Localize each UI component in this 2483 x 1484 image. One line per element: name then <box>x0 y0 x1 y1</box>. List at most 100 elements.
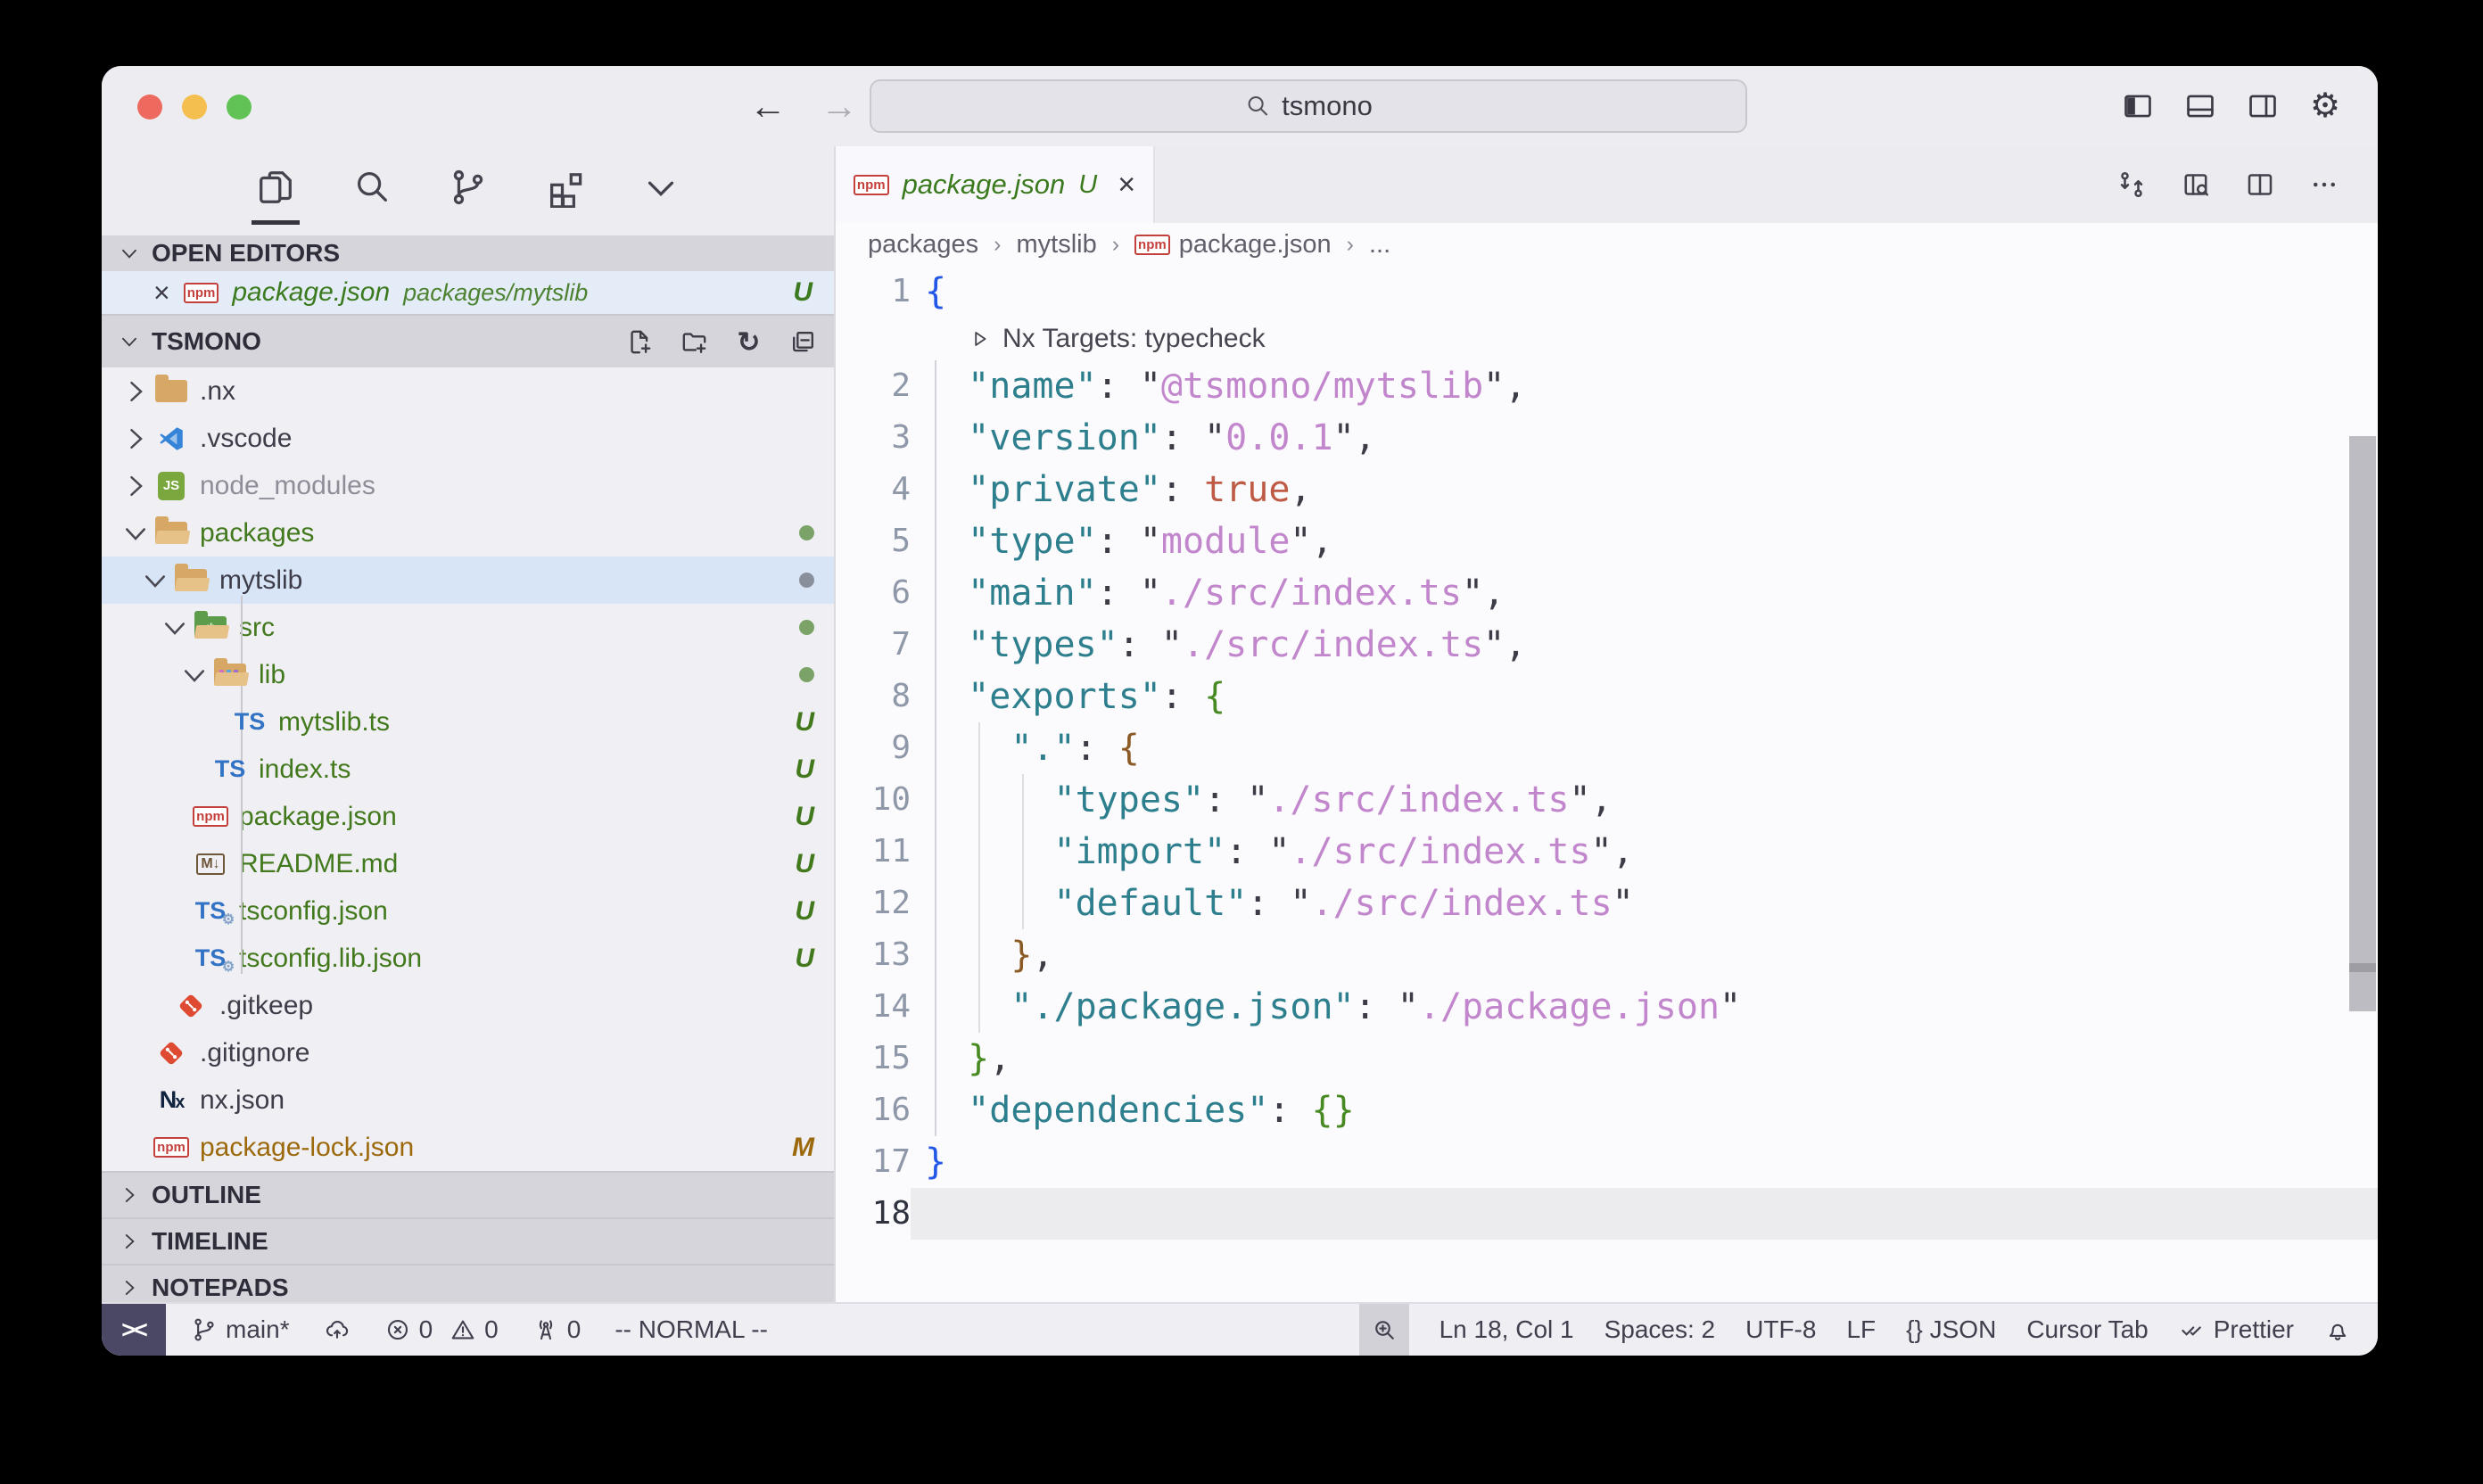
tree-item-index-ts[interactable]: TSindex.tsU <box>102 746 834 793</box>
code-line-15: 15 }, <box>836 1033 2378 1084</box>
more-actions-button[interactable] <box>2308 169 2340 201</box>
line-number: 8 <box>836 671 911 722</box>
status-problems[interactable]: 00 <box>384 1315 499 1344</box>
git-status-dot <box>799 667 814 682</box>
sidebar-section-outline[interactable]: OUTLINE <box>102 1171 834 1217</box>
breadcrumb-item-mytslib[interactable]: mytslib <box>1016 230 1096 260</box>
open-editors-header[interactable]: OPEN EDITORS <box>102 235 834 271</box>
activity-more-views[interactable] <box>637 158 685 225</box>
activity-source-control[interactable] <box>444 158 492 225</box>
status-eol[interactable]: LF <box>1846 1315 1876 1344</box>
notepads-title: NOTEPADS <box>152 1274 289 1302</box>
editor-actions <box>2116 146 2378 223</box>
tree-item-node-modules[interactable]: JSnode_modules <box>102 462 834 509</box>
chevron-down-icon <box>178 659 210 691</box>
tree-item-readme-md[interactable]: M↓README.mdU <box>102 840 834 887</box>
activity-search[interactable] <box>348 158 396 225</box>
line-content: "./package.json": "./package.json" <box>911 981 2378 1033</box>
tree-item-tsconfig-lib-json[interactable]: TS⚙tsconfig.lib.jsonU <box>102 935 834 982</box>
src-folder-icon: </> <box>194 616 227 639</box>
tree-item-label: lib <box>259 660 285 690</box>
git-status-badge: U <box>795 802 814 832</box>
folder-icon <box>155 380 187 402</box>
breadcrumb-item-package-json[interactable]: npmpackage.json <box>1134 230 1332 260</box>
tree-item-mytslib[interactable]: mytslib <box>102 556 834 604</box>
line-content: "exports": { <box>911 671 2378 722</box>
command-center-search[interactable]: tsmono <box>870 79 1747 133</box>
window-traffic-lights <box>137 95 252 120</box>
tree-item-tsconfig-json[interactable]: TS⚙tsconfig.jsonU <box>102 887 834 935</box>
line-content: { <box>911 266 2378 317</box>
tree-item--vscode[interactable]: .vscode <box>102 415 834 462</box>
toggle-secondary-sidebar-button[interactable] <box>2246 89 2280 123</box>
tree-item-lib[interactable]: lib <box>102 651 834 698</box>
status-sync[interactable] <box>324 1316 351 1343</box>
tree-item-src[interactable]: </>src <box>102 604 834 651</box>
git-status-badge: U <box>795 849 814 879</box>
code-line-16: 16 "dependencies": {} <box>836 1084 2378 1136</box>
sidebar-section-timeline[interactable]: TIMELINE <box>102 1217 834 1264</box>
tree-item--nx[interactable]: .nx <box>102 367 834 415</box>
activity-bar <box>102 146 834 235</box>
line-content: "default": "./src/index.ts" <box>911 878 2378 929</box>
outline-title: OUTLINE <box>152 1181 261 1209</box>
line-content: }, <box>911 1033 2378 1084</box>
back-arrow-icon[interactable]: ← <box>749 85 787 128</box>
tree-item-packages[interactable]: packages <box>102 509 834 556</box>
settings-button[interactable]: ⚙ <box>2308 89 2342 123</box>
breadcrumb-item--[interactable]: ... <box>1369 230 1390 260</box>
status-tunnel[interactable]: 0 <box>532 1315 582 1344</box>
activity-explorer[interactable] <box>252 158 300 225</box>
explorer-section-header[interactable]: TSMONO ↻ <box>102 314 834 367</box>
new-folder-button[interactable] <box>680 327 709 357</box>
split-editor-button[interactable] <box>2244 169 2276 201</box>
status-formatter[interactable]: Prettier <box>2179 1315 2294 1344</box>
status-vim-mode[interactable]: -- NORMAL -- <box>615 1315 768 1344</box>
activity-extensions[interactable] <box>540 158 589 225</box>
minimize-window-button[interactable] <box>182 95 207 120</box>
close-icon[interactable]: × <box>153 276 170 309</box>
tree-item--gitkeep[interactable]: .gitkeep <box>102 982 834 1029</box>
status-zoom[interactable] <box>1359 1304 1409 1356</box>
tree-item-nx-json[interactable]: Nxnx.json <box>102 1076 834 1124</box>
breadcrumb-item-packages[interactable]: packages <box>868 230 978 260</box>
refresh-explorer-button[interactable]: ↻ <box>734 327 763 357</box>
tree-item-mytslib-ts[interactable]: TSmytslib.tsU <box>102 698 834 746</box>
toggle-primary-sidebar-button[interactable] <box>2121 89 2155 123</box>
toggle-panel-button[interactable] <box>2183 89 2217 123</box>
status-encoding[interactable]: UTF-8 <box>1745 1315 1816 1344</box>
tab-package-json[interactable]: npm package.json U × <box>836 146 1155 223</box>
close-icon[interactable]: × <box>1118 168 1135 202</box>
typescript-icon: TS <box>235 708 266 736</box>
forward-arrow-icon[interactable]: → <box>821 85 858 128</box>
open-editor-path: packages/mytslib <box>403 279 588 307</box>
collapse-folders-button[interactable] <box>788 327 818 357</box>
titlebar: ← → tsmono ⚙ <box>102 66 2378 146</box>
line-number: 1 <box>836 266 911 317</box>
git-status-dot <box>799 620 814 635</box>
open-preview-button[interactable] <box>2180 169 2212 201</box>
tsconfig-icon: TS⚙ <box>195 944 227 972</box>
new-file-button[interactable] <box>625 327 655 357</box>
chevron-right-icon <box>120 375 152 408</box>
status-cursor-position[interactable]: Ln 18, Col 1 <box>1439 1315 1574 1344</box>
status-notifications[interactable] <box>2324 1316 2351 1343</box>
code-editor[interactable]: 1{Nx Targets: typecheck2 "name": "@tsmon… <box>836 266 2378 1302</box>
tree-item-package-json[interactable]: npmpackage.jsonU <box>102 793 834 840</box>
remote-indicator[interactable]: >< <box>102 1304 166 1356</box>
status-language[interactable]: {} JSON <box>1906 1315 1996 1344</box>
git-status-badge: M <box>792 1133 814 1163</box>
code-line-12: 12 "default": "./src/index.ts" <box>836 878 2378 929</box>
scrollbar[interactable] <box>2349 436 2376 1011</box>
open-editor-item[interactable]: × npm package.json packages/mytslib U <box>102 271 834 314</box>
status-cursor-tab[interactable]: Cursor Tab <box>2026 1315 2148 1344</box>
status-indentation[interactable]: Spaces: 2 <box>1604 1315 1716 1344</box>
tree-item-package-lock-json[interactable]: npmpackage-lock.jsonM <box>102 1124 834 1171</box>
open-changes-button[interactable] <box>2116 169 2148 201</box>
codelens-nx-targets[interactable]: Nx Targets: typecheck <box>836 317 2378 360</box>
status-branch[interactable]: main* <box>191 1315 290 1344</box>
maximize-window-button[interactable] <box>227 95 252 120</box>
cursor-position-label: Ln 18, Col 1 <box>1439 1315 1574 1344</box>
close-window-button[interactable] <box>137 95 162 120</box>
tree-item--gitignore[interactable]: .gitignore <box>102 1029 834 1076</box>
